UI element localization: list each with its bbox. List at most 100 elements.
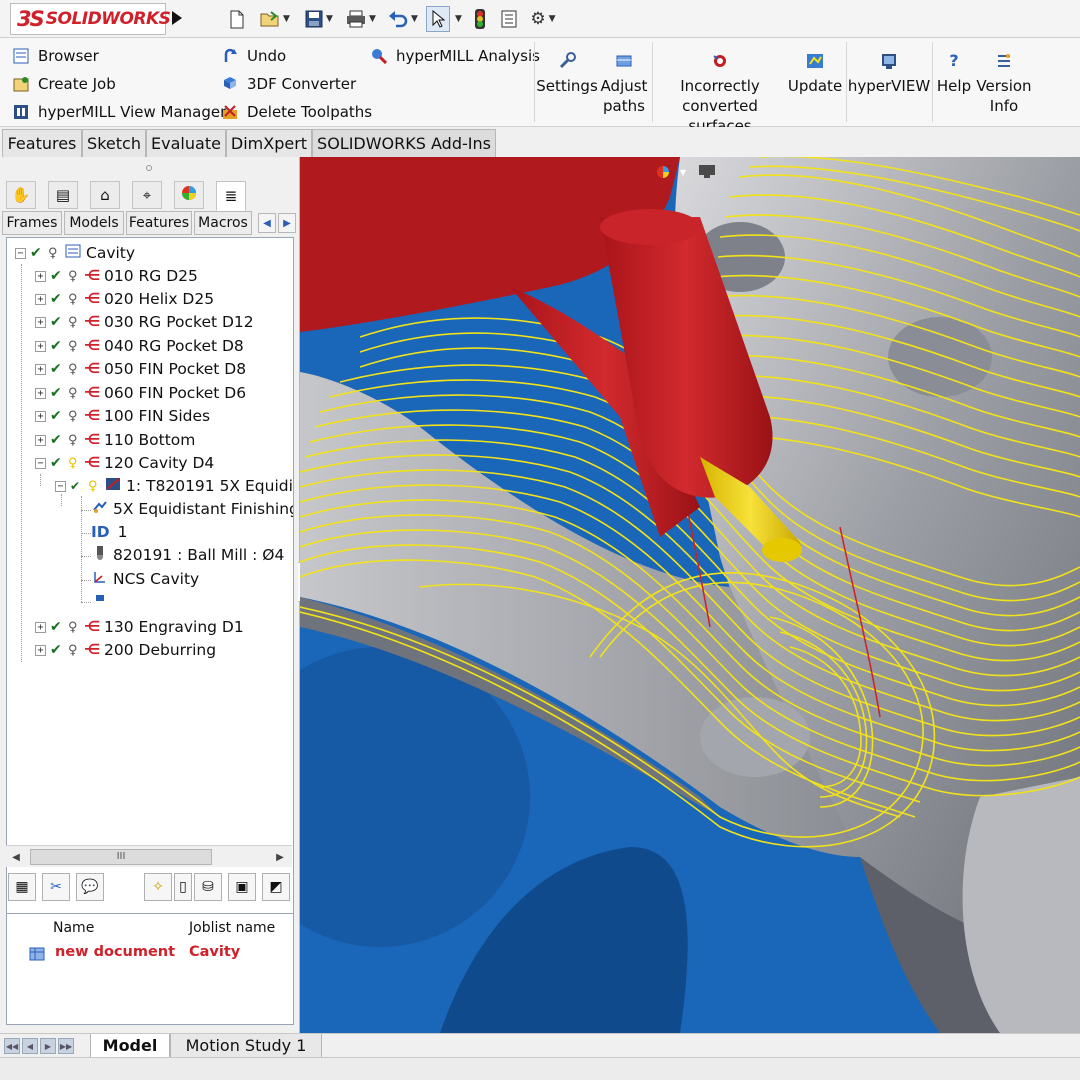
panel-grip[interactable] <box>146 165 152 171</box>
open-button[interactable]: ▼ <box>256 6 294 32</box>
tree-job[interactable]: + ✔ ♀ ⋲ 030 RG Pocket D12 <box>35 311 254 333</box>
help-button[interactable]: ? Help <box>936 50 972 96</box>
tree-job[interactable]: + ✔ ♀ ⋲ 020 Helix D25 <box>35 288 214 310</box>
clip-button[interactable]: ▯ <box>174 873 192 901</box>
wand-button[interactable]: ✧ <box>144 873 172 901</box>
hyperview-button[interactable]: hyperVIEW <box>848 50 930 96</box>
column-joblist-header[interactable]: Joblist name <box>189 920 275 936</box>
tree-root-cavity[interactable]: − ✔ ♀ Cavity <box>15 242 135 264</box>
save-button[interactable]: ▼ <box>300 6 338 32</box>
scroll-left-icon[interactable]: ◀ <box>8 849 24 865</box>
tree-detail-id[interactable]: ID 1 <box>91 521 128 543</box>
expand-icon[interactable]: + <box>35 410 46 422</box>
file-properties-button[interactable] <box>494 6 524 32</box>
tree-job[interactable]: + ✔ ♀ ⋲ 100 FIN Sides <box>35 405 210 427</box>
image-export-button[interactable]: ▣ <box>228 873 256 901</box>
settings-button[interactable]: Settings <box>536 50 598 96</box>
view-manager-button[interactable]: hyperMILL View Manager <box>12 100 226 124</box>
prev-tab-arrow-icon[interactable]: ◀ <box>22 1038 38 1054</box>
tree-detail-tool[interactable]: 820191 : Ball Mill : Ø4 <box>91 544 284 566</box>
tree-job[interactable]: + ✔ ♀ ⋲ 130 Engraving D1 <box>35 616 244 638</box>
hypermill-browser-tab[interactable]: ≣ <box>216 181 246 211</box>
expand-icon[interactable]: + <box>35 387 46 399</box>
version-info-button[interactable]: Version Info <box>976 50 1032 116</box>
last-tab-arrow-icon[interactable]: ▶▶ <box>58 1038 74 1054</box>
collapse-icon[interactable]: − <box>35 457 46 469</box>
tab-sketch[interactable]: Sketch <box>82 129 146 157</box>
incorrectly-converted-surfaces-button[interactable]: Incorrectly converted surfaces <box>656 50 784 136</box>
first-tab-arrow-icon[interactable]: ◀◀ <box>4 1038 20 1054</box>
tree-horizontal-scrollbar[interactable]: ◀ III ▶ <box>6 845 292 867</box>
job-list-button[interactable]: ▦ <box>8 873 36 901</box>
tree-job[interactable]: + ✔ ♀ ⋲ 050 FIN Pocket D8 <box>35 358 246 380</box>
tree-detail-extra[interactable] <box>91 590 113 612</box>
next-tab-arrow-icon[interactable]: ▶ <box>40 1038 56 1054</box>
undo-quick-button[interactable]: ▼ <box>384 6 422 32</box>
expand-icon[interactable]: + <box>35 316 46 328</box>
tree-detail-strategy[interactable]: 5X Equidistant Finishing <box>91 498 293 520</box>
expand-icon[interactable]: + <box>35 363 46 375</box>
appearance-icon[interactable] <box>652 163 674 181</box>
database-button[interactable]: ⛁ <box>194 873 222 901</box>
cut-button[interactable]: ✂ <box>42 873 70 901</box>
tree-job[interactable]: + ✔ ♀ ⋲ 200 Deburring <box>35 639 216 661</box>
tab-motion-study[interactable]: Motion Study 1 <box>170 1034 322 1058</box>
scroll-right-arrow-icon[interactable]: ▶ <box>278 213 296 233</box>
update-button[interactable]: Update <box>788 50 842 96</box>
dimxpert-manager-tab[interactable]: ⌖ <box>132 181 162 209</box>
feature-manager-tab[interactable]: ✋ <box>6 181 36 209</box>
expand-icon[interactable]: + <box>35 644 46 656</box>
new-document-button[interactable] <box>218 6 256 32</box>
appearance-dropdown-icon[interactable]: ▼ <box>672 163 694 181</box>
tree-job[interactable]: + ✔ ♀ ⋲ 110 Bottom <box>35 429 195 451</box>
solidworks-logo[interactable]: 3S SOLIDWORKS <box>10 3 171 35</box>
options-button[interactable]: ⚙ ▼ <box>524 6 562 32</box>
comment-button[interactable]: 💬 <box>76 873 104 901</box>
property-manager-tab[interactable]: ▤ <box>48 181 78 209</box>
tree-subjob[interactable]: −✔ ♀ 1: T820191 5X Equidista <box>55 475 293 497</box>
rebuild-button[interactable] <box>466 6 494 32</box>
3df-converter-button[interactable]: 3DF Converter <box>221 72 356 96</box>
undo-button[interactable]: Undo <box>221 44 286 68</box>
tab-solidworks-add-ins[interactable]: SOLIDWORKS Add-Ins <box>312 129 496 157</box>
scroll-left-arrow-icon[interactable]: ◀ <box>258 213 276 233</box>
scroll-right-icon[interactable]: ▶ <box>272 849 288 865</box>
tab-model[interactable]: Model <box>90 1034 170 1058</box>
select-button[interactable] <box>426 6 450 32</box>
document-name-cell[interactable]: new document <box>55 944 175 960</box>
tab-dimxpert[interactable]: DimXpert <box>226 129 312 157</box>
print-button[interactable]: ▼ <box>342 6 380 32</box>
menu-expand-arrow-icon[interactable] <box>170 8 184 28</box>
expand-icon[interactable]: + <box>35 340 46 352</box>
collapse-icon[interactable]: − <box>15 247 26 259</box>
tree-job-expanded[interactable]: − ✔ ♀ ⋲ 120 Cavity D4 <box>35 452 214 474</box>
configuration-manager-tab[interactable]: ⌂ <box>90 181 120 209</box>
delete-toolpaths-button[interactable]: Delete Toolpaths <box>221 100 372 124</box>
scrollbar-thumb[interactable]: III <box>30 849 212 865</box>
column-name-header[interactable]: Name <box>53 920 94 936</box>
subtab-features[interactable]: Features <box>126 211 192 235</box>
adjust-paths-button[interactable]: Adjust paths <box>600 50 648 116</box>
subtab-models[interactable]: Models <box>64 211 124 235</box>
collapse-icon[interactable]: − <box>55 480 66 492</box>
hypermill-analysis-button[interactable]: hyperMILL Analysis <box>370 44 540 68</box>
tree-detail-frame[interactable]: NCS Cavity <box>91 568 199 590</box>
expand-icon[interactable]: + <box>35 434 46 446</box>
graphics-viewport[interactable]: ▼ <box>300 157 1080 1033</box>
tab-evaluate[interactable]: Evaluate <box>146 129 226 157</box>
select-dropdown[interactable]: ▼ <box>450 6 464 32</box>
tree-job[interactable]: + ✔ ♀ ⋲ 010 RG D25 <box>35 265 198 287</box>
subtab-macros[interactable]: Macros <box>194 211 252 235</box>
tab-features[interactable]: Features <box>2 129 82 157</box>
expand-icon[interactable]: + <box>35 621 46 633</box>
display-manager-tab[interactable] <box>174 181 204 209</box>
tree-job[interactable]: + ✔ ♀ ⋲ 040 RG Pocket D8 <box>35 335 244 357</box>
expand-icon[interactable]: + <box>35 270 46 282</box>
browser-button[interactable]: Browser <box>12 44 99 68</box>
tree-job[interactable]: + ✔ ♀ ⋲ 060 FIN Pocket D6 <box>35 382 246 404</box>
display-monitor-icon[interactable] <box>696 163 718 181</box>
create-job-button[interactable]: Create Job <box>12 72 116 96</box>
image-import-button[interactable]: ◩ <box>262 873 290 901</box>
expand-icon[interactable]: + <box>35 293 46 305</box>
document-joblist-cell[interactable]: Cavity <box>189 944 240 960</box>
